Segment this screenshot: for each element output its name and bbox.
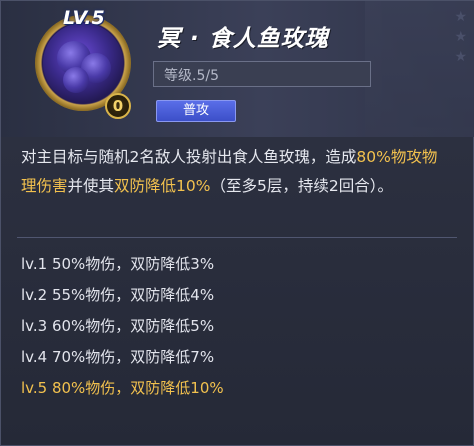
skill-tooltip-panel: ★ ★ ★ LV.5 0 冥 · 食人鱼玫瑰 等级.5/5 普攻 对主目标与随机2名… bbox=[0, 0, 474, 446]
description-text: （至多5层，持续2回合）。 bbox=[210, 177, 393, 195]
description-text: 对主目标与随机2名敌人投射出食人鱼玫瑰，造成 bbox=[21, 148, 357, 166]
star-decoration-icon: ★ ★ ★ bbox=[454, 9, 467, 65]
level-row: lv.3 60%物伤，双防降低5% bbox=[21, 317, 215, 335]
divider bbox=[17, 237, 457, 238]
skill-description: 对主目标与随机2名敌人投射出食人鱼玫瑰，造成80%物攻物理伤害并使其双防降低10… bbox=[21, 143, 451, 201]
level-row: lv.1 50%物伤，双防降低3% bbox=[21, 255, 215, 273]
skill-header: ★ ★ ★ LV.5 0 冥 · 食人鱼玫瑰 等级.5/5 普攻 bbox=[1, 1, 474, 137]
description-text: 并使其 bbox=[67, 177, 115, 195]
skill-level-field: 等级.5/5 bbox=[153, 61, 371, 87]
skill-level-text: 等级.5/5 bbox=[164, 68, 219, 84]
piranha-rose-icon bbox=[43, 23, 123, 103]
level-list: lv.1 50%物伤，双防降低3% lv.2 55%物伤，双防降低4% lv.3… bbox=[21, 249, 451, 404]
skill-level-badge: LV.5 bbox=[63, 7, 105, 29]
cost-badge: 0 bbox=[105, 93, 131, 119]
background-art: ★ ★ ★ bbox=[365, 1, 474, 137]
skill-name: 冥 · 食人鱼玫瑰 bbox=[157, 26, 329, 52]
level-row-current: lv.5 80%物伤，双防降低10% bbox=[21, 379, 224, 397]
skill-type-tag: 普攻 bbox=[156, 100, 236, 122]
level-row: lv.2 55%物伤，双防降低4% bbox=[21, 286, 215, 304]
description-highlight-debuff: 双防降低10% bbox=[114, 177, 211, 195]
level-row: lv.4 70%物伤，双防降低7% bbox=[21, 348, 215, 366]
